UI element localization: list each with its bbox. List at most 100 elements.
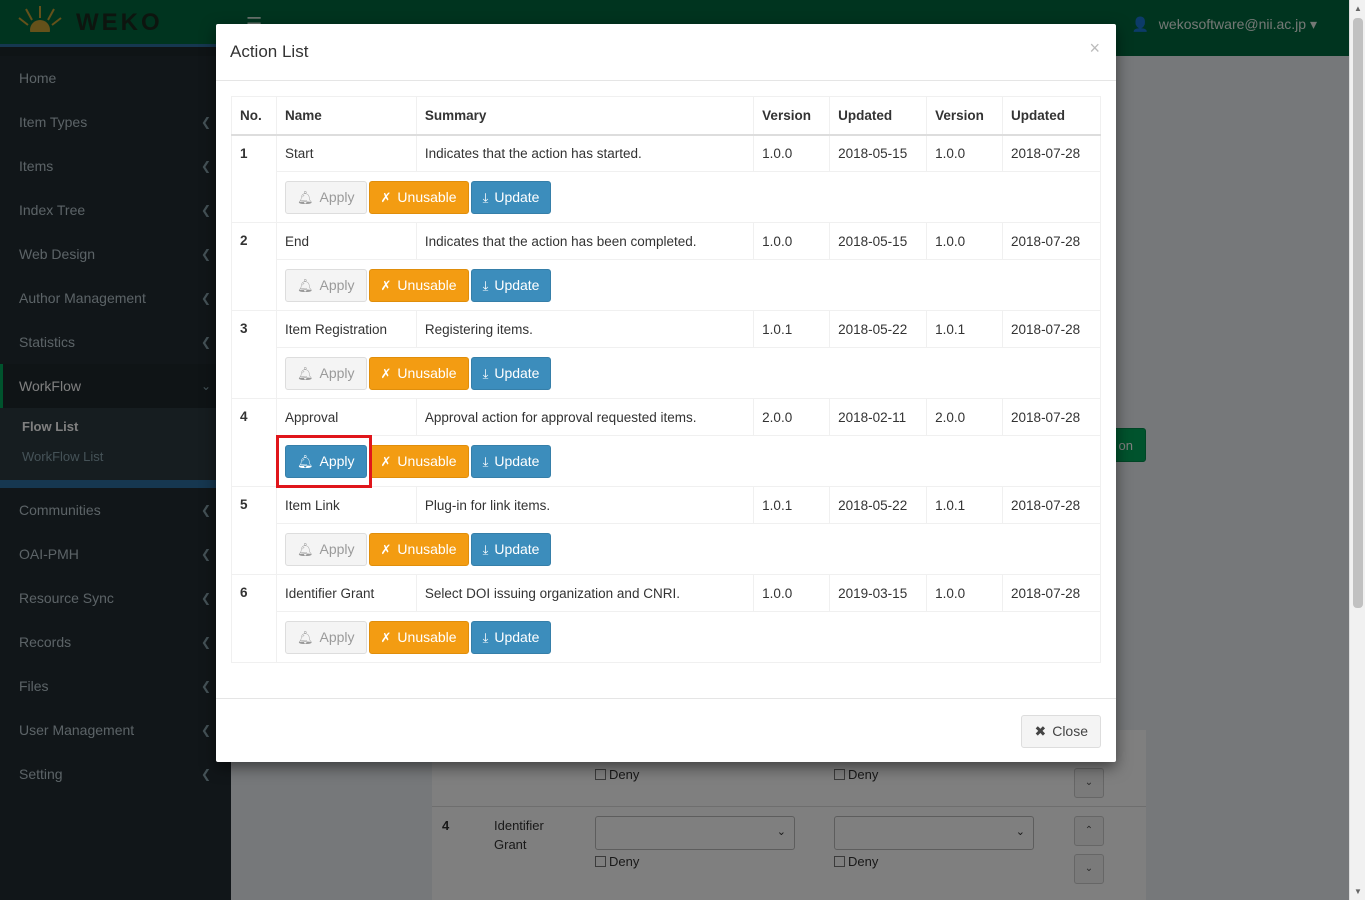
row-number: 4 <box>231 398 277 487</box>
action-buttons-row: 🔔︎ Apply ✗ Unusable ⤓ Update <box>232 523 1102 575</box>
apply-button[interactable]: 🔔︎ Apply <box>284 268 367 302</box>
update-button[interactable]: ⤓ Update <box>470 356 552 390</box>
bell-icon: 🔔︎ <box>296 629 314 645</box>
unusable-button-label: Unusable <box>397 276 457 293</box>
action-version-2: 1.0.1 <box>926 486 1004 524</box>
action-name: End <box>275 222 417 260</box>
row-number: 5 <box>231 486 277 575</box>
action-version-2: 1.0.0 <box>926 574 1004 612</box>
close-button[interactable]: ✖ Close <box>1021 715 1101 748</box>
table-row: 3 Item Registration Registering items. 1.0.… <box>231 310 1101 399</box>
unusable-button-label: Unusable <box>397 188 457 205</box>
apply-button[interactable]: 🔔︎ Apply <box>284 180 367 214</box>
close-icon[interactable]: × <box>1089 38 1100 59</box>
apply-button-label: Apply <box>319 188 355 205</box>
row-number: 2 <box>231 222 277 311</box>
action-version-2: 1.0.1 <box>926 310 1004 348</box>
action-name: Approval <box>275 398 417 436</box>
update-button-label: Update <box>494 276 540 293</box>
bell-icon: 🔔︎ <box>296 189 314 205</box>
unusable-button-label: Unusable <box>397 628 457 645</box>
action-version-2: 1.0.0 <box>926 134 1004 172</box>
unusable-button[interactable]: ✗ Unusable <box>368 620 469 654</box>
apply-button[interactable]: 🔔︎ Apply <box>284 356 367 390</box>
unusable-button[interactable]: ✗ Unusable <box>368 532 469 566</box>
modal-title: Action List <box>230 42 309 61</box>
unusable-button[interactable]: ✗ Unusable <box>368 268 469 302</box>
unusable-button[interactable]: ✗ Unusable <box>368 444 469 478</box>
bell-slash-icon: ✗ <box>380 365 392 381</box>
download-icon: ⤓ <box>482 541 489 557</box>
action-version: 1.0.1 <box>753 310 831 348</box>
action-buttons-row: 🔔︎ Apply ✗ Unusable ⤓ Update <box>232 611 1102 663</box>
download-icon: ⤓ <box>482 629 489 645</box>
bell-slash-icon: ✗ <box>380 629 392 645</box>
column-header-updated-2: Updated <box>1002 96 1101 136</box>
action-buttons-cell: 🔔︎ Apply ✗ Unusable ⤓ Update <box>275 523 1102 575</box>
close-button-label: Close <box>1052 723 1088 739</box>
table-row: 4 Approval Approval action for approval re… <box>231 398 1101 487</box>
apply-button-label: Apply <box>319 540 355 557</box>
bell-slash-icon: ✗ <box>380 453 392 469</box>
download-icon: ⤓ <box>482 365 489 381</box>
update-button[interactable]: ⤓ Update <box>470 532 552 566</box>
page-scrollbar[interactable]: ▲ ▼ <box>1349 0 1365 900</box>
action-updated-2: 2018-07-28 <box>1002 398 1101 436</box>
action-version: 2.0.0 <box>753 398 831 436</box>
action-version: 1.0.0 <box>753 574 831 612</box>
action-updated: 2018-05-15 <box>829 134 928 172</box>
action-buttons-cell: 🔔︎ Apply ✗ Unusable ⤓ Update <box>275 259 1102 311</box>
action-updated: 2018-05-22 <box>829 486 928 524</box>
action-updated-2: 2018-07-28 <box>1002 222 1101 260</box>
action-name: Item Link <box>275 486 417 524</box>
action-updated-2: 2018-07-28 <box>1002 134 1101 172</box>
action-updated: 2018-05-22 <box>829 310 928 348</box>
row-number: 1 <box>231 134 277 223</box>
apply-button[interactable]: 🔔︎ Apply <box>284 532 367 566</box>
update-button[interactable]: ⤓ Update <box>470 444 552 478</box>
bell-slash-icon: ✗ <box>380 541 392 557</box>
action-table: No. Name Summary Version Updated Version… <box>231 96 1102 663</box>
download-icon: ⤓ <box>482 453 489 469</box>
scroll-down-icon[interactable]: ▼ <box>1354 887 1362 896</box>
column-header-updated: Updated <box>829 96 928 136</box>
table-row: 6 Identifier Grant Select DOI issuing orga… <box>231 574 1101 663</box>
action-summary: Indicates that the action has been compl… <box>415 222 755 260</box>
action-summary: Approval action for approval requested i… <box>415 398 755 436</box>
action-buttons-cell: 🔔︎ Apply ✗ Unusable ⤓ Update <box>275 347 1102 399</box>
action-summary: Indicates that the action has started. <box>415 134 755 172</box>
action-updated: 2019-03-15 <box>829 574 928 612</box>
modal-header: Action List × <box>216 24 1116 81</box>
scroll-up-icon[interactable]: ▲ <box>1354 4 1362 13</box>
update-button[interactable]: ⤓ Update <box>470 180 552 214</box>
action-name: Item Registration <box>275 310 417 348</box>
unusable-button[interactable]: ✗ Unusable <box>368 180 469 214</box>
download-icon: ⤓ <box>482 277 489 293</box>
update-button-label: Update <box>494 628 540 645</box>
bell-slash-icon: ✗ <box>380 277 392 293</box>
close-icon: ✖ <box>1034 723 1047 739</box>
action-version: 1.0.1 <box>753 486 831 524</box>
unusable-button[interactable]: ✗ Unusable <box>368 356 469 390</box>
highlight-box <box>276 435 372 488</box>
action-buttons-cell: 🔔︎ Apply ✗ Unusable ⤓ Update <box>275 435 1102 487</box>
action-summary: Plug-in for link items. <box>415 486 755 524</box>
modal-footer: ✖ Close <box>216 698 1116 762</box>
table-row: 2 End Indicates that the action has been c… <box>231 222 1101 311</box>
table-row: 1 Start Indicates that the action has star… <box>231 134 1101 223</box>
update-button[interactable]: ⤓ Update <box>470 268 552 302</box>
scrollbar-thumb[interactable] <box>1353 18 1363 608</box>
action-version-2: 2.0.0 <box>926 398 1004 436</box>
unusable-button-label: Unusable <box>397 364 457 381</box>
row-number: 3 <box>231 310 277 399</box>
apply-button[interactable]: 🔔︎ Apply <box>284 620 367 654</box>
action-version: 1.0.0 <box>753 134 831 172</box>
apply-button-label: Apply <box>319 276 355 293</box>
action-summary: Registering items. <box>415 310 755 348</box>
action-version: 1.0.0 <box>753 222 831 260</box>
update-button[interactable]: ⤓ Update <box>470 620 552 654</box>
unusable-button-label: Unusable <box>397 540 457 557</box>
column-header-version-2: Version <box>926 96 1004 136</box>
action-updated-2: 2018-07-28 <box>1002 486 1101 524</box>
action-list-modal: Action List × No. Name Summary Version U… <box>216 24 1116 762</box>
